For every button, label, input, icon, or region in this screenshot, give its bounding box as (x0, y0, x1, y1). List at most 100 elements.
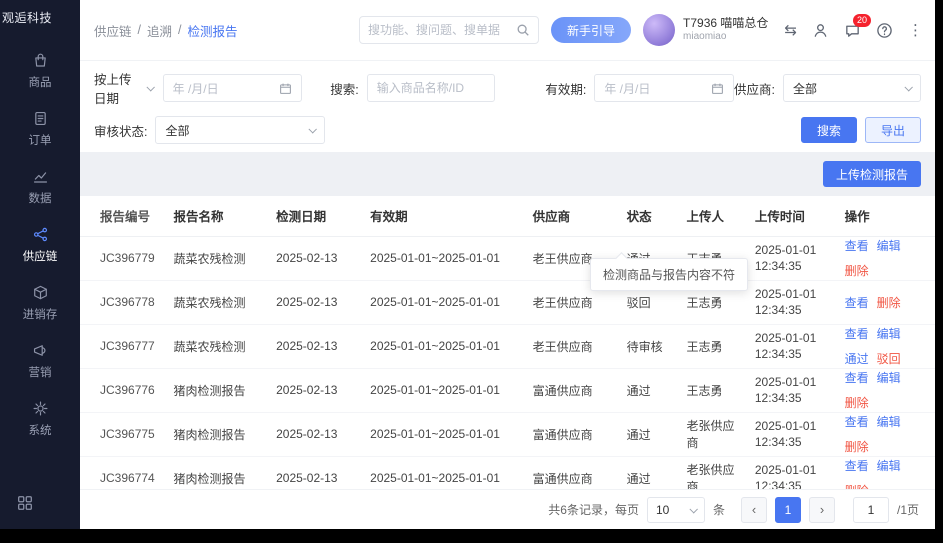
upload-clock: 12:34:35 (755, 258, 829, 274)
sidebar-item-system[interactable]: 系统 (0, 390, 80, 448)
global-search[interactable] (359, 16, 539, 44)
report-table-body: JC396779 蔬菜农残检测 2025-02-13 2025-01-01~20… (80, 236, 935, 489)
more-icon[interactable]: ⋮ (908, 21, 923, 39)
upload-date-picker[interactable]: 年 /月/日 (163, 74, 303, 102)
sidebar-item-label: 数据 (29, 190, 52, 206)
chevron-down-icon (904, 83, 912, 91)
global-search-input[interactable] (368, 23, 510, 37)
service-icon[interactable] (812, 22, 829, 39)
sidebar-item-data[interactable]: 数据 (0, 158, 80, 216)
product-search-input[interactable] (377, 81, 486, 95)
supplier-select[interactable]: 全部 (783, 74, 921, 102)
column-header-6: 上传人 (678, 196, 746, 236)
search-field-label: 搜索: (330, 79, 358, 98)
table-row: JC396776 猪肉检测报告 2025-02-13 2025-01-01~20… (80, 368, 935, 412)
report-id-cell: JC396774 (80, 456, 166, 489)
column-header-3: 有效期 (362, 196, 524, 236)
upload-date: 2025-01-01 (755, 374, 829, 390)
upload-time-cell: 2025-01-01 12:34:35 (747, 368, 837, 412)
breadcrumb-trace[interactable]: 追溯 (147, 21, 172, 40)
action-edit[interactable]: 编辑 (877, 413, 901, 430)
action-approve[interactable]: 通过 (845, 350, 869, 367)
user-name: T7936 喵喵总仓 (683, 16, 768, 31)
calendar-icon (711, 82, 724, 95)
marketing-icon (32, 342, 49, 359)
prev-page-button[interactable]: ‹ (741, 497, 767, 523)
status-cell: 通过 (619, 456, 679, 489)
action-delete[interactable]: 删除 (845, 482, 869, 489)
date-type-dropdown[interactable]: 按上传日期 (94, 69, 153, 107)
report-id-cell: JC396779 (80, 236, 166, 280)
table-header-row: 报告编号报告名称检测日期有效期供应商状态上传人上传时间操作 (80, 196, 935, 236)
message-icon[interactable]: 20 (844, 22, 861, 39)
status-cell: 通过 (619, 368, 679, 412)
validity-cell: 2025-01-01~2025-01-01 (362, 280, 524, 324)
report-name-cell: 猪肉检测报告 (166, 368, 269, 412)
action-view[interactable]: 查看 (845, 325, 869, 342)
avatar[interactable] (643, 14, 675, 46)
user-block[interactable]: T7936 喵喵总仓 miaomiao (643, 14, 768, 46)
actions-cell: 查看删除 (837, 280, 935, 324)
audit-status-label: 审核状态: (94, 121, 147, 140)
page-size-unit: 条 (713, 501, 725, 518)
action-view[interactable]: 查看 (845, 294, 869, 311)
action-delete[interactable]: 删除 (877, 294, 901, 311)
page-1-button[interactable]: 1 (775, 497, 801, 523)
page-size-select[interactable]: 10 (647, 497, 705, 523)
main-area: 供应链 / 追溯 / 检测报告 新手引导 T7936 喵喵总仓 miaomiao (80, 0, 935, 529)
action-edit[interactable]: 编辑 (877, 237, 901, 254)
sidebar: 观逅科技 商品订单数据供应链进销存营销系统 (0, 0, 80, 529)
action-edit[interactable]: 编辑 (877, 457, 901, 474)
sidebar-item-supply-chain[interactable]: 供应链 (0, 216, 80, 274)
filter-row-2: 审核状态: 全部 搜索 导出 (94, 116, 921, 144)
message-badge: 20 (853, 14, 871, 27)
supplier-cell: 富通供应商 (525, 368, 619, 412)
sidebar-item-inventory[interactable]: 进销存 (0, 274, 80, 332)
sidebar-item-orders[interactable]: 订单 (0, 100, 80, 158)
sidebar-item-label: 系统 (29, 422, 52, 438)
validity-cell: 2025-01-01~2025-01-01 (362, 324, 524, 368)
search-button[interactable]: 搜索 (801, 117, 857, 143)
validity-date-picker[interactable]: 年 /月/日 (594, 74, 734, 102)
action-view[interactable]: 查看 (845, 413, 869, 430)
audit-status-select[interactable]: 全部 (155, 116, 325, 144)
status-cell: 待审核 (619, 324, 679, 368)
guide-button[interactable]: 新手引导 (551, 17, 631, 43)
help-icon[interactable] (876, 22, 893, 39)
table-row: JC396777 蔬菜农残检测 2025-02-13 2025-01-01~20… (80, 324, 935, 368)
action-edit[interactable]: 编辑 (877, 325, 901, 342)
product-search-field[interactable] (367, 74, 496, 102)
column-header-4: 供应商 (525, 196, 619, 236)
table-row: JC396779 蔬菜农残检测 2025-02-13 2025-01-01~20… (80, 236, 935, 280)
status-cell: 通过 (619, 412, 679, 456)
sidebar-item-label: 商品 (29, 74, 52, 90)
apps-grid-icon[interactable] (0, 494, 80, 529)
report-name-cell: 蔬菜农残检测 (166, 236, 269, 280)
sidebar-item-marketing[interactable]: 营销 (0, 332, 80, 390)
page-jump-input[interactable] (853, 497, 889, 523)
action-delete[interactable]: 删除 (845, 438, 869, 455)
next-page-button[interactable]: › (809, 497, 835, 523)
upload-date: 2025-01-01 (755, 286, 829, 302)
action-links: 查看编辑删除 (845, 369, 927, 411)
upload-date: 2025-01-01 (755, 462, 829, 478)
upload-report-button[interactable]: 上传检测报告 (823, 161, 921, 187)
action-reject[interactable]: 驳回 (877, 350, 901, 367)
breadcrumb-separator: / (138, 23, 141, 37)
report-name-cell: 猪肉检测报告 (166, 412, 269, 456)
sidebar-item-goods[interactable]: 商品 (0, 42, 80, 100)
action-edit[interactable]: 编辑 (877, 369, 901, 386)
action-view[interactable]: 查看 (845, 237, 869, 254)
action-delete[interactable]: 删除 (845, 262, 869, 279)
validity-cell: 2025-01-01~2025-01-01 (362, 236, 524, 280)
action-delete[interactable]: 删除 (845, 394, 869, 411)
breadcrumb-supply-chain[interactable]: 供应链 (94, 21, 132, 40)
action-view[interactable]: 查看 (845, 369, 869, 386)
switch-store-icon[interactable]: ⇆ (784, 21, 797, 39)
inventory-icon (32, 284, 49, 301)
upload-time-cell: 2025-01-01 12:34:35 (747, 324, 837, 368)
action-view[interactable]: 查看 (845, 457, 869, 474)
table-row: JC396778 蔬菜农残检测 2025-02-13 2025-01-01~20… (80, 280, 935, 324)
validity-cell: 2025-01-01~2025-01-01 (362, 412, 524, 456)
export-button[interactable]: 导出 (865, 117, 921, 143)
